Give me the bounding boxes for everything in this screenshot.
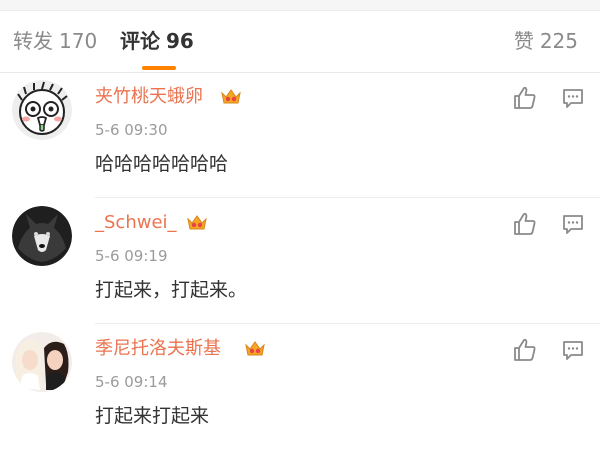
tab-comments-count: 96 [166, 29, 194, 53]
tab-reposts-count: 170 [59, 29, 98, 53]
comment-item: 季尼托洛夫斯基 5-6 09:14 打起来打起来 [0, 325, 600, 450]
divider [95, 197, 600, 198]
username[interactable]: 季尼托洛夫斯基 [95, 337, 221, 361]
vip-crown-icon [220, 87, 242, 107]
tab-likes[interactable]: 赞 225 [514, 28, 578, 54]
thumbs-up-icon [514, 212, 536, 235]
thumbs-up-icon [514, 86, 536, 109]
two-girls-avatar-icon [12, 332, 72, 392]
tab-bar: 转发 170 评论 96 赞 225 [0, 10, 600, 73]
tab-likes-count: 225 [539, 29, 578, 53]
tab-reposts-label: 转发 [13, 29, 53, 53]
like-button[interactable] [512, 337, 538, 363]
vip-crown-icon [186, 213, 208, 233]
comment-text: 打起来，打起来。 [95, 279, 248, 301]
comment-item: _Schwei_ 5-6 09:19 打起来，打起来。 [0, 199, 600, 324]
active-tab-indicator [142, 66, 176, 70]
comment-timestamp: 5-6 09:19 [95, 247, 168, 265]
reply-button[interactable] [562, 339, 584, 361]
like-button[interactable] [512, 85, 538, 111]
divider [95, 323, 600, 324]
reply-button[interactable] [562, 87, 584, 109]
like-button[interactable] [512, 211, 538, 237]
avatar[interactable] [12, 332, 72, 392]
tab-reposts[interactable]: 转发 170 [13, 28, 97, 54]
comment-bubble-icon [563, 215, 583, 234]
vip-crown-icon [244, 339, 266, 359]
comment-timestamp: 5-6 09:30 [95, 121, 168, 139]
comment-timestamp: 5-6 09:14 [95, 373, 168, 391]
tab-comments-label: 评论 [120, 29, 160, 53]
comment-item: 夹竹桃天蛾卵 5-6 09:30 哈哈哈哈哈哈哈 [0, 73, 600, 198]
comment-bubble-icon [563, 341, 583, 360]
wolf-avatar-icon [12, 206, 72, 266]
reply-button[interactable] [562, 213, 584, 235]
username[interactable]: 夹竹桃天蛾卵 [95, 85, 203, 109]
avatar[interactable] [12, 80, 72, 140]
tab-comments[interactable]: 评论 96 [120, 28, 194, 54]
comment-bubble-icon [563, 89, 583, 108]
comment-text: 打起来打起来 [95, 405, 210, 427]
avatar[interactable] [12, 206, 72, 266]
tab-likes-label: 赞 [513, 29, 534, 53]
thumbs-up-icon [514, 338, 536, 361]
cartoon-face-icon [12, 80, 72, 140]
comment-text: 哈哈哈哈哈哈哈 [95, 153, 229, 175]
username[interactable]: _Schwei_ [95, 211, 177, 235]
